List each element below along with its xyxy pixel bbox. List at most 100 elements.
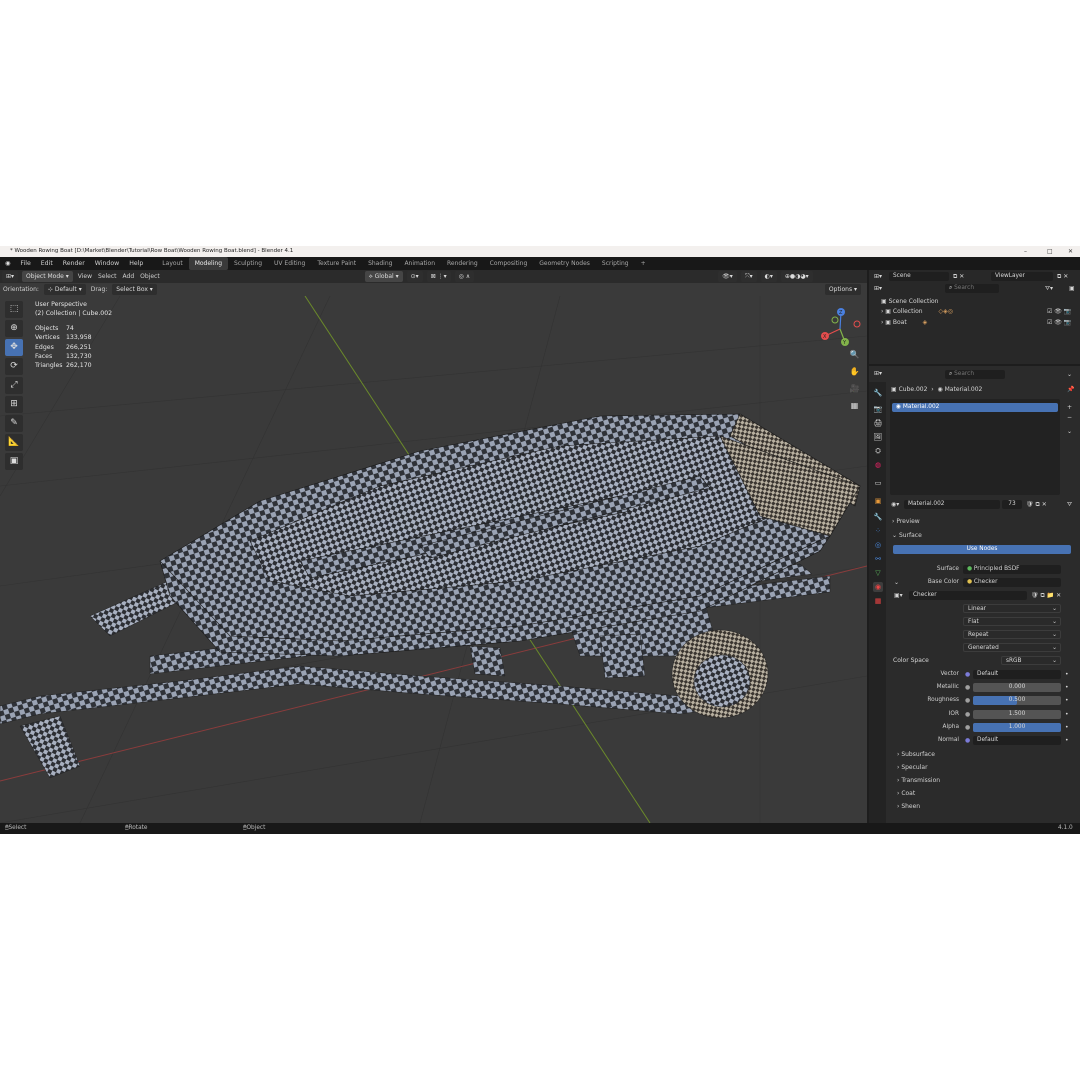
drag-dropdown[interactable]: Select Box ▾ <box>112 284 157 295</box>
tab-modeling[interactable]: Modeling <box>188 257 228 270</box>
cursor-icon[interactable]: ⊕ <box>5 320 23 337</box>
tab-compositing[interactable]: Compositing <box>484 257 534 270</box>
menu-render[interactable]: Render <box>58 257 90 270</box>
tab-layout[interactable]: Layout <box>156 257 188 270</box>
tab-shading[interactable]: Shading <box>362 257 398 270</box>
preview-panel-header[interactable]: › Preview <box>892 518 920 525</box>
keyframe-dot-icon[interactable]: • <box>1065 697 1069 704</box>
input-roughness-field[interactable]: 0.500 <box>973 696 1061 706</box>
menu-file[interactable]: File <box>15 257 35 270</box>
material-slot-item[interactable]: ◉ Material.002 <box>892 403 1058 412</box>
camera-icon[interactable]: 🎥 <box>848 382 861 395</box>
outliner-root[interactable]: ▣ Scene Collection <box>881 298 938 305</box>
options-dropdown[interactable]: Options ▾ <box>824 284 861 295</box>
select-box-icon[interactable]: ⬚ <box>5 301 23 318</box>
tab-animation[interactable]: Animation <box>398 257 441 270</box>
gizmo-toggle-icon[interactable]: ⤧▾ <box>740 271 757 282</box>
overlay-toggle-icon[interactable]: ◐▾ <box>760 271 777 282</box>
material-name-field[interactable]: Material.002 <box>904 500 1000 509</box>
pivot-icon[interactable]: ⊙▾ <box>406 271 423 282</box>
viewport-menu-add[interactable]: Add <box>120 273 138 280</box>
viewport-menu-select[interactable]: Select <box>95 273 120 280</box>
socket-icon[interactable]: ● <box>965 724 970 731</box>
measure-icon[interactable]: 📐 <box>5 434 23 451</box>
transform-icon[interactable]: ⊞ <box>5 396 23 413</box>
outliner-item-boat[interactable]: › ▣ Boat ◈ <box>881 319 927 326</box>
keyframe-dot-icon[interactable]: • <box>1065 711 1069 718</box>
collection-tab-icon[interactable]: ▭ <box>873 478 883 488</box>
texture-browse-icon[interactable]: ▣▾ <box>894 592 903 599</box>
modifier-tab-icon[interactable]: 🔧 <box>873 512 883 522</box>
render-tab-icon[interactable]: 📷 <box>873 404 883 414</box>
remove-slot-button[interactable]: − <box>1067 414 1072 421</box>
visibility-icon[interactable]: 👁▾ <box>718 271 737 282</box>
user-count[interactable]: 73 <box>1002 500 1022 509</box>
add-slot-button[interactable]: + <box>1067 404 1072 411</box>
tab-rendering[interactable]: Rendering <box>441 257 484 270</box>
interpolation-dropdown[interactable]: Linear ⌄ <box>963 604 1061 613</box>
menu-edit[interactable]: Edit <box>36 257 58 270</box>
use-nodes-button[interactable]: Use Nodes <box>893 545 1071 554</box>
scene-selector[interactable]: Scene <box>889 272 949 281</box>
new-scene-icon[interactable]: ⧉ ✕ <box>953 273 964 281</box>
viewport-menu-view[interactable]: View <box>75 273 95 280</box>
tab-uv-editing[interactable]: UV Editing <box>268 257 311 270</box>
zoom-icon[interactable]: 🔍 <box>848 348 861 361</box>
pan-hand-icon[interactable]: ✋ <box>848 365 861 378</box>
add-cube-icon[interactable]: ▣ <box>5 453 23 470</box>
texture-actions-icons[interactable]: 🛡 ⧉ 📁 ✕ <box>1031 592 1061 600</box>
viewport-menu-object[interactable]: Object <box>137 273 163 280</box>
socket-icon[interactable]: ● <box>965 671 970 678</box>
physics-tab-icon[interactable]: ◎ <box>873 540 883 550</box>
input-ior-field[interactable]: 1.500 <box>973 709 1061 719</box>
display-mode-icon[interactable]: ⊞▾ <box>874 285 882 292</box>
transform-orientation-dropdown[interactable]: ⟡ Global ▾ <box>364 271 403 282</box>
filter-icon[interactable]: ⛛▾ <box>1045 285 1053 293</box>
shading-mode-icons[interactable]: ⊕●◑◕▾ <box>780 271 813 282</box>
material-actions-icons[interactable]: 🛡 ⧉ ✕ <box>1026 501 1047 509</box>
view-layer-tab-icon[interactable]: 🖼 <box>873 432 883 442</box>
editor-type-icon[interactable]: ⊞▾ <box>874 273 882 280</box>
data-tab-icon[interactable]: ▽ <box>873 568 883 578</box>
input-normal-field[interactable]: Default <box>973 736 1061 745</box>
subpanel-transmission[interactable]: › Transmission <box>897 777 940 784</box>
new-collection-icon[interactable]: ▣ <box>1069 285 1075 292</box>
3d-viewport[interactable]: ⊞▾ Object Mode ▾ View Select Add Object … <box>0 270 867 823</box>
projection-dropdown[interactable]: Flat ⌄ <box>963 617 1061 626</box>
slot-menu-icon[interactable]: ⌄ <box>1067 428 1072 435</box>
close-button[interactable]: ✕ <box>1068 246 1073 257</box>
output-tab-icon[interactable]: 🖨 <box>873 418 883 428</box>
scale-icon[interactable]: ⤢ <box>5 377 23 394</box>
base-color-field[interactable]: ● Checker <box>963 578 1061 587</box>
editor-type-icon[interactable]: ⊞▾ <box>874 370 882 377</box>
browse-material-icon[interactable]: ⛛ <box>1067 501 1072 509</box>
blender-logo-icon[interactable]: ◉ <box>0 257 15 270</box>
navigation-gizmo[interactable]: X Y Z <box>815 304 865 354</box>
surface-panel-header[interactable]: ⌄ Surface <box>892 532 922 539</box>
tab-scripting[interactable]: Scripting <box>596 257 635 270</box>
extension-dropdown[interactable]: Repeat ⌄ <box>963 630 1061 639</box>
new-viewlayer-icon[interactable]: ⧉ ✕ <box>1057 273 1068 281</box>
subpanel-subsurface[interactable]: › Subsurface <box>897 751 935 758</box>
input-alpha-field[interactable]: 1.000 <box>973 722 1061 732</box>
subpanel-specular[interactable]: › Specular <box>897 764 928 771</box>
subpanel-coat[interactable]: › Coat <box>897 790 915 797</box>
subpanel-sheen[interactable]: › Sheen <box>897 803 920 810</box>
scene-tab-icon[interactable]: ⛭ <box>873 446 883 456</box>
proportional-edit-icon[interactable]: ◎ ∧ <box>454 271 475 282</box>
maximize-button[interactable]: □ <box>1047 246 1053 257</box>
material-tab-icon[interactable]: ◉ <box>873 582 883 592</box>
menu-help[interactable]: Help <box>124 257 148 270</box>
editor-type-button[interactable]: ⊞▾ <box>2 271 19 282</box>
input-metallic-field[interactable]: 0.000 <box>973 683 1061 693</box>
socket-icon[interactable]: ● <box>965 697 970 704</box>
add-workspace-button[interactable]: + <box>635 257 652 270</box>
source-dropdown[interactable]: Generated ⌄ <box>963 643 1061 652</box>
world-tab-icon[interactable]: ◍ <box>873 460 883 470</box>
keyframe-dot-icon[interactable]: • <box>1065 671 1069 678</box>
snap-icon[interactable]: ⊠ ⋮▾ <box>426 271 451 282</box>
orientation-dropdown[interactable]: ⊹ Default ▾ <box>43 284 86 295</box>
texture-tab-icon[interactable]: ▦ <box>873 596 883 606</box>
keyframe-dot-icon[interactable]: • <box>1065 737 1069 744</box>
move-icon[interactable]: ✥ <box>5 339 23 356</box>
